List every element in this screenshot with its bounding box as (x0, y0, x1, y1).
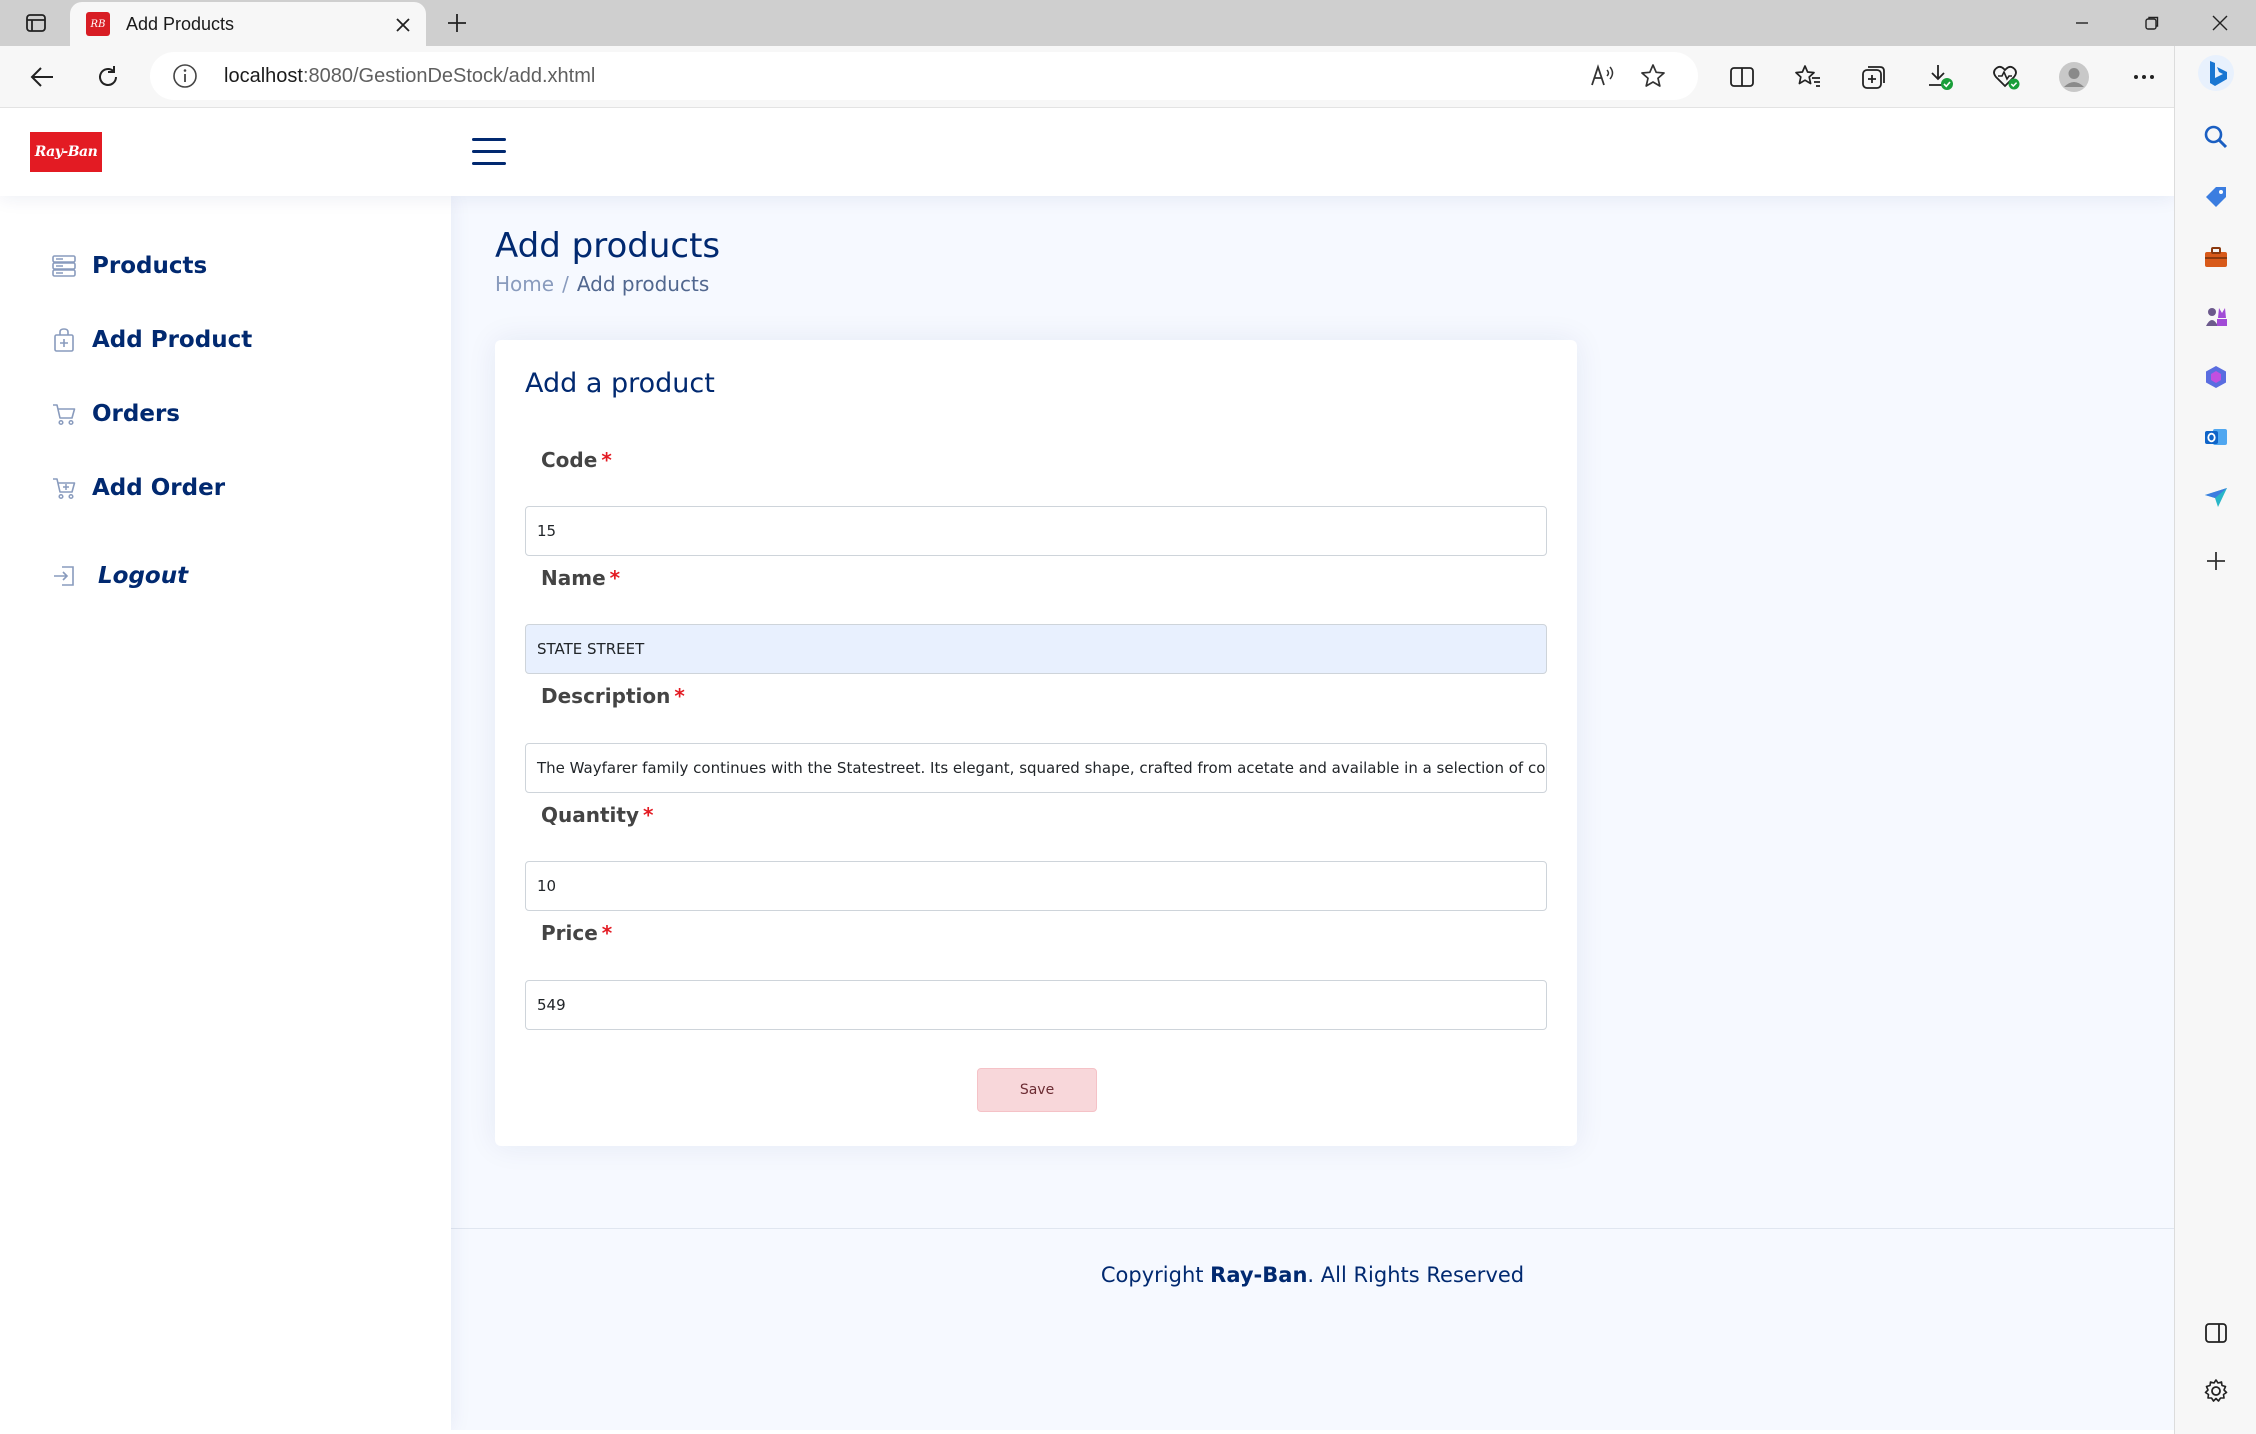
address-path: :8080/GestionDeStock/add.xhtml (302, 65, 596, 87)
description-label-text: Description (541, 684, 671, 708)
code-label: Code * (541, 448, 612, 472)
rayban-favicon-icon: RB (86, 12, 110, 36)
restore-icon[interactable] (2122, 4, 2182, 42)
page-title: Add products (495, 226, 721, 266)
sidebar-item-label: Add Order (92, 475, 226, 501)
browser-toolbar: localhost:8080/GestionDeStock/add.xhtml (0, 46, 2256, 108)
sidebar-item-logout[interactable]: Logout (50, 556, 188, 596)
price-label: Price * (541, 921, 612, 945)
sidebar-item-label: Products (92, 253, 208, 279)
browser-tab[interactable]: RB Add Products (70, 2, 426, 46)
rayban-logo[interactable]: Ray-Ban (30, 132, 102, 172)
address-host: localhost (224, 65, 303, 87)
quantity-label: Quantity * (541, 803, 653, 827)
cart-icon (50, 400, 78, 428)
address-bar[interactable]: localhost:8080/GestionDeStock/add.xhtml (150, 52, 1698, 100)
price-input[interactable]: 549 (525, 980, 1547, 1030)
copilot-icon[interactable] (2193, 50, 2239, 96)
breadcrumb-home-link[interactable]: Home (495, 272, 554, 296)
favorites-icon[interactable] (1788, 58, 1828, 96)
refresh-icon[interactable] (88, 58, 128, 96)
description-label: Description * (541, 684, 685, 708)
required-marker: * (674, 684, 685, 708)
logout-icon (50, 562, 78, 590)
required-marker: * (609, 566, 621, 590)
required-marker: * (643, 803, 654, 827)
copyright-brand: Ray-Ban (1210, 1263, 1308, 1287)
send-drop-icon[interactable] (2199, 480, 2233, 514)
new-tab-icon[interactable] (440, 8, 474, 38)
downloads-icon[interactable] (1920, 58, 1960, 96)
required-marker: * (601, 448, 612, 472)
name-label: Name * (541, 566, 620, 590)
sidebar-item-label: Add Product (92, 327, 253, 353)
app-sidebar: Products Add Product Orders Add Order Lo… (0, 196, 451, 1430)
copyright-text: Copyright Ray-Ban. All Rights Reserved (451, 1263, 2174, 1287)
favorite-star-icon[interactable] (1638, 62, 1668, 90)
sidebar-item-label: Orders (92, 401, 180, 427)
hide-sidebar-icon[interactable] (2199, 1316, 2233, 1350)
minimize-icon[interactable] (2052, 4, 2112, 42)
quantity-label-text: Quantity (541, 803, 639, 827)
browser-tab-strip: RB Add Products (0, 0, 2256, 46)
close-window-icon[interactable] (2190, 4, 2250, 42)
shopping-tag-icon[interactable] (2199, 180, 2233, 214)
collections-icon[interactable] (1854, 58, 1894, 96)
web-page: Ray-Ban Products Add Product Orders Add … (0, 108, 2174, 1430)
name-input[interactable]: STATE STREET (525, 624, 1547, 674)
copyright-prefix: Copyright (1100, 1263, 1211, 1287)
save-button[interactable]: Save (977, 1068, 1097, 1112)
close-tab-icon[interactable] (388, 10, 418, 40)
code-input[interactable]: 15 (525, 506, 1547, 556)
profile-avatar-icon[interactable] (2054, 58, 2094, 96)
copyright-suffix: . All Rights Reserved (1307, 1263, 1525, 1287)
breadcrumb: Home / Add products (495, 272, 709, 296)
cart-plus-icon (50, 474, 78, 502)
tools-briefcase-icon[interactable] (2199, 240, 2233, 274)
add-product-card: Add a product Code * 15 Name * STATE STREE… (495, 340, 1577, 1146)
more-options-icon[interactable] (2124, 58, 2164, 96)
app-header: Ray-Ban (0, 108, 2174, 196)
split-screen-icon[interactable] (1722, 58, 1762, 96)
server-icon (50, 252, 78, 280)
outlook-icon[interactable] (2199, 420, 2233, 454)
breadcrumb-current: Add products (576, 272, 710, 296)
sidebar-item-add-order[interactable]: Add Order (50, 468, 225, 508)
edge-sidebar (2174, 46, 2256, 1434)
card-title: Add a product (525, 368, 715, 399)
sidebar-item-products[interactable]: Products (50, 246, 207, 286)
browser-essentials-icon[interactable] (1986, 58, 2026, 96)
add-sidebar-app-icon[interactable] (2199, 544, 2233, 578)
description-input[interactable]: The Wayfarer family continues with the S… (525, 743, 1547, 793)
microsoft-365-icon[interactable] (2199, 360, 2233, 394)
read-aloud-icon[interactable] (1588, 62, 1618, 90)
sidebar-item-add-product[interactable]: Add Product (50, 320, 252, 360)
tab-actions-icon[interactable] (18, 8, 54, 38)
sidebar-item-orders[interactable]: Orders (50, 394, 180, 434)
address-text[interactable]: localhost:8080/GestionDeStock/add.xhtml (224, 65, 595, 88)
back-icon[interactable] (22, 58, 62, 96)
required-marker: * (601, 921, 613, 945)
tab-title: Add Products (126, 14, 235, 34)
site-info-icon[interactable] (172, 63, 198, 89)
footer: Copyright Ray-Ban. All Rights Reserved (451, 1228, 2174, 1430)
games-chess-icon[interactable] (2199, 300, 2233, 334)
code-label-text: Code (541, 448, 598, 472)
main-content: Add products Home / Add products Add a pro… (451, 196, 2174, 1430)
bag-plus-icon (50, 326, 78, 354)
search-icon[interactable] (2199, 120, 2233, 154)
menu-toggle-icon[interactable] (470, 136, 508, 168)
name-label-text: Name (541, 566, 606, 590)
breadcrumb-separator: / (562, 272, 569, 296)
settings-gear-icon[interactable] (2199, 1374, 2233, 1408)
quantity-input[interactable]: 10 (525, 861, 1547, 911)
logout-label: Logout (98, 563, 189, 589)
price-label-text: Price (541, 921, 598, 945)
